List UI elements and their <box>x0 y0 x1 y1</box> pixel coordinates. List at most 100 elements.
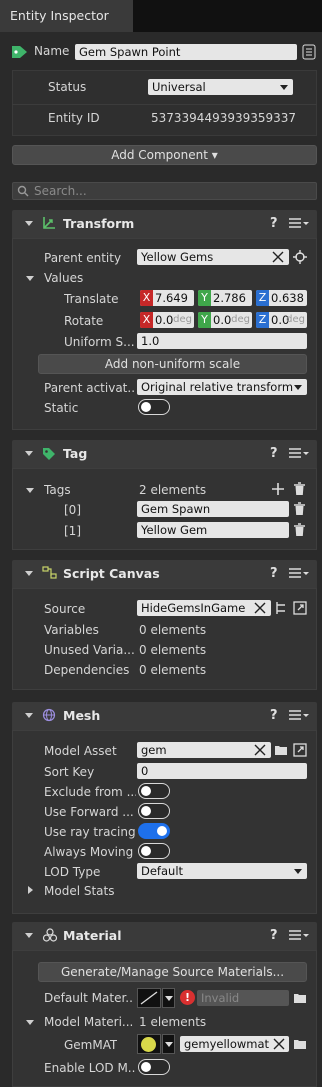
folder-icon[interactable] <box>293 992 307 1004</box>
component-menu-icon[interactable] <box>288 447 310 459</box>
static-label: Static <box>44 401 79 415</box>
toggle-knob <box>157 825 167 836</box>
ray-tracing-label: Use ray tracing <box>44 825 136 839</box>
rotate-z[interactable]: Z 0.0 deg <box>256 312 307 328</box>
name-field[interactable]: Gem Spawn Point <box>75 44 297 60</box>
help-icon[interactable]: ? <box>270 928 278 943</box>
material-preview-swatch[interactable] <box>137 1034 161 1054</box>
uniform-scale-field[interactable]: 1.0 <box>137 333 307 349</box>
translate-x[interactable]: X 7.649 <box>140 290 194 306</box>
component-menu-icon[interactable] <box>288 929 310 941</box>
name-label: Name <box>34 44 70 58</box>
clear-icon[interactable] <box>273 1038 285 1050</box>
help-icon[interactable]: ? <box>270 566 278 581</box>
translate-z[interactable]: Z 0.638 <box>256 290 307 306</box>
lod-type-dropdown[interactable]: Default <box>137 863 307 879</box>
entity-inspector: Entity Inspector Name Gem Spawn Point St… <box>0 0 322 1087</box>
trash-icon[interactable] <box>293 482 306 496</box>
folder-icon[interactable] <box>274 744 288 756</box>
model-materials-count: 1 elements <box>139 1015 207 1029</box>
use-forward-toggle[interactable] <box>138 803 170 819</box>
script-canvas-icon <box>42 566 58 580</box>
component-menu-icon[interactable] <box>288 217 310 229</box>
trash-icon[interactable] <box>293 502 306 516</box>
collapse-icon[interactable] <box>25 221 33 226</box>
source-label: Source <box>44 602 86 616</box>
status-dropdown[interactable]: Universal <box>148 79 293 95</box>
toggle-knob <box>141 785 151 796</box>
tag-field[interactable]: Gem Spawn <box>137 501 289 517</box>
values-label: Values <box>44 271 84 285</box>
x-axis-label: X <box>140 290 153 306</box>
model-asset-field[interactable]: gem <box>137 742 271 758</box>
tag-icon <box>42 447 56 461</box>
tag-index: [1] <box>64 524 81 538</box>
unused-variables-value: 0 elements <box>139 643 207 657</box>
status-label: Status <box>48 80 87 94</box>
collapse-icon[interactable] <box>25 933 33 938</box>
unused-variables-label: Unused Varia... <box>44 643 135 657</box>
uniform-scale-label: Uniform S... <box>64 335 135 349</box>
collapse-icon[interactable] <box>25 571 33 576</box>
sort-key-field[interactable]: 0 <box>137 763 307 779</box>
parent-entity-label: Parent entity <box>44 251 122 265</box>
folder-icon[interactable] <box>293 1038 307 1050</box>
static-toggle[interactable] <box>138 399 170 415</box>
help-icon[interactable]: ? <box>270 216 278 231</box>
swatch-color <box>141 1037 156 1052</box>
x-axis-label: X <box>140 312 153 328</box>
tab-entity-inspector[interactable]: Entity Inspector <box>0 0 133 32</box>
open-editor-icon[interactable] <box>293 601 307 615</box>
help-icon[interactable]: ? <box>270 708 278 723</box>
parent-activation-dropdown[interactable]: Original relative transform <box>137 379 307 395</box>
open-editor-icon[interactable] <box>293 743 307 757</box>
generate-materials-button[interactable]: Generate/Manage Source Materials... <box>38 962 307 982</box>
material-preview-none[interactable] <box>137 988 161 1008</box>
enable-lod-toggle[interactable] <box>138 1059 170 1075</box>
always-moving-toggle[interactable] <box>138 843 170 859</box>
search-icon <box>17 185 29 200</box>
component-menu-icon[interactable] <box>288 567 310 579</box>
variables-value: 0 elements <box>139 623 207 637</box>
divider <box>12 104 317 105</box>
material-picker-dropdown[interactable] <box>162 1034 175 1054</box>
browse-icon[interactable] <box>275 601 287 615</box>
menu-icon[interactable] <box>302 44 316 60</box>
clear-icon[interactable] <box>272 251 284 263</box>
exclude-toggle[interactable] <box>138 783 170 799</box>
component-menu-icon[interactable] <box>288 709 310 721</box>
tags-expand-icon[interactable] <box>26 488 34 493</box>
rotate-y[interactable]: Y 0.0 deg <box>198 312 252 328</box>
parent-activation-label: Parent activat... <box>44 381 136 395</box>
ray-tracing-toggle[interactable] <box>138 823 170 839</box>
enable-lod-label: Enable LOD M... <box>44 1061 136 1075</box>
error-icon: ! <box>180 990 195 1005</box>
help-icon[interactable]: ? <box>270 446 278 461</box>
add-nonuniform-scale-button[interactable]: Add non-uniform scale <box>38 354 307 374</box>
tag-field[interactable]: Yellow Gem <box>137 522 289 538</box>
target-icon[interactable] <box>293 250 307 264</box>
source-field[interactable]: HideGemsInGame <box>137 600 271 616</box>
rotate-x[interactable]: X 0.0 deg <box>140 312 194 328</box>
clear-icon[interactable] <box>254 602 266 614</box>
parent-entity-field[interactable]: Yellow Gems <box>137 249 289 265</box>
values-expand-icon[interactable] <box>26 276 34 281</box>
sort-key-label: Sort Key <box>44 765 95 779</box>
add-component-button[interactable]: Add Component ▾ <box>12 145 317 165</box>
model-materials-expand-icon[interactable] <box>26 1020 34 1025</box>
collapse-icon[interactable] <box>25 713 33 718</box>
translate-y[interactable]: Y 2.786 <box>198 290 252 306</box>
toggle-knob <box>141 401 151 412</box>
add-icon[interactable] <box>271 482 285 496</box>
material-title: Material <box>63 928 122 943</box>
search-box[interactable]: Search... <box>12 182 317 200</box>
default-material-field[interactable]: Invalid <box>197 990 289 1006</box>
clear-icon[interactable] <box>254 744 266 756</box>
model-stats-expand-icon[interactable] <box>28 886 33 894</box>
tag-title: Tag <box>63 446 88 461</box>
exclude-label: Exclude from ... <box>44 785 136 799</box>
material-picker-dropdown[interactable] <box>162 988 175 1008</box>
trash-icon[interactable] <box>293 523 306 537</box>
search-input[interactable]: Search... <box>34 184 87 198</box>
collapse-icon[interactable] <box>25 451 33 456</box>
